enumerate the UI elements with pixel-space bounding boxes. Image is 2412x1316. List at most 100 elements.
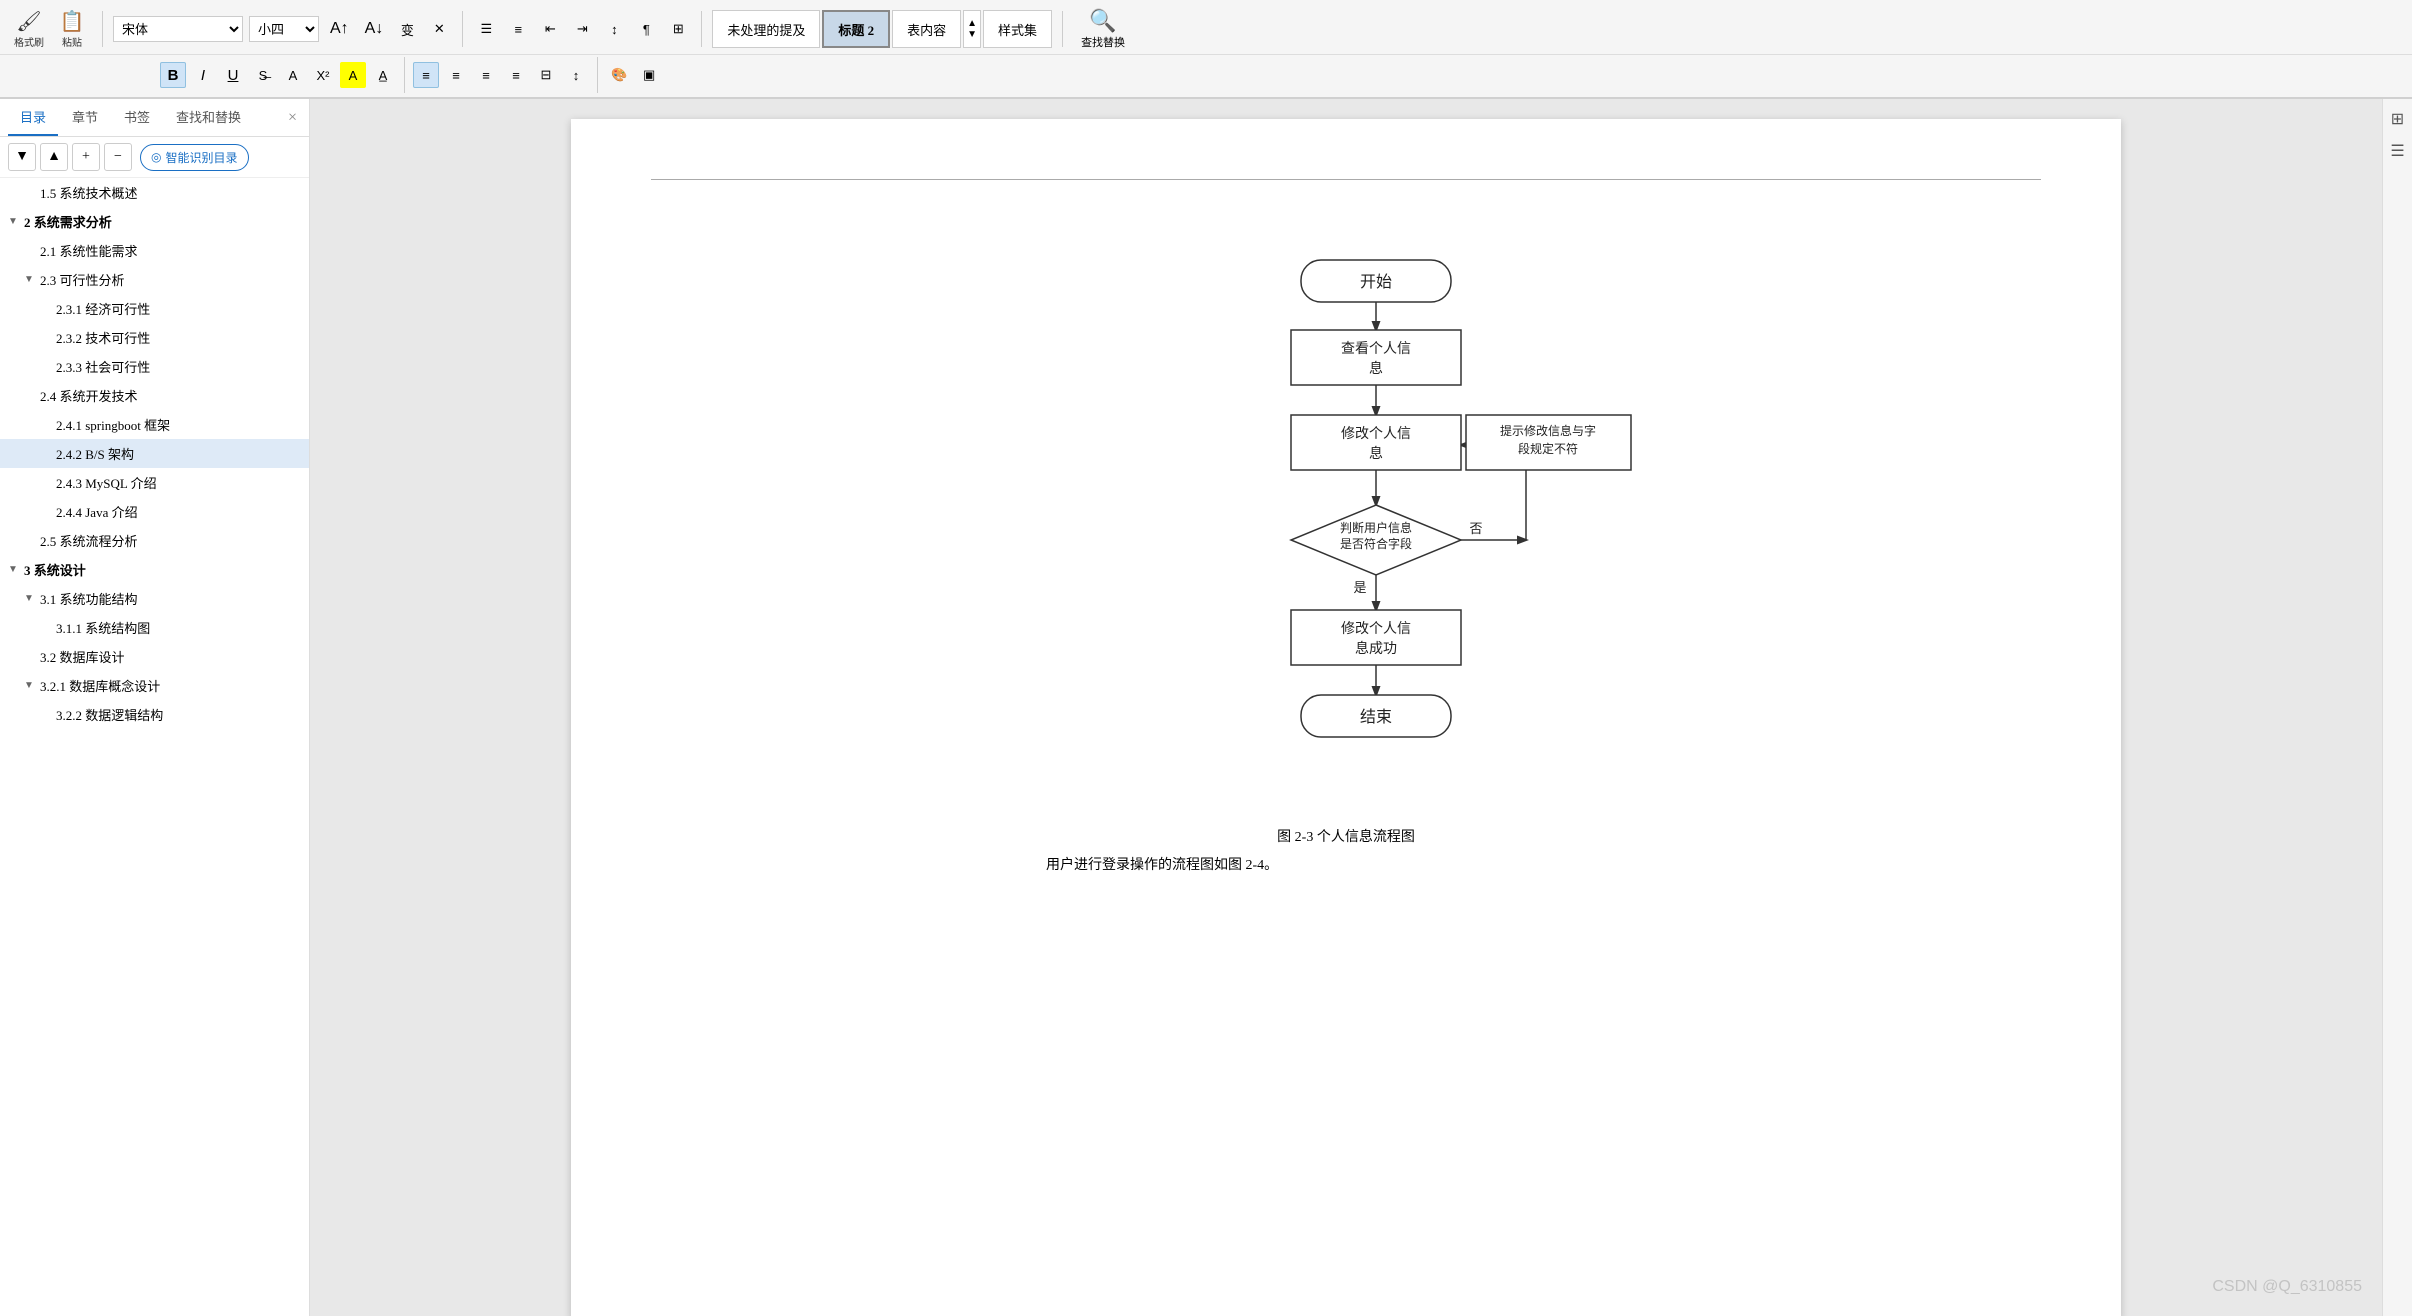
right-panel-btn2[interactable]: ☰: [2386, 139, 2410, 163]
align-right-btn[interactable]: ≡: [473, 62, 499, 88]
toc-item-2-5[interactable]: 2.5 系统流程分析: [0, 526, 309, 555]
svg-text:判断用户信息: 判断用户信息: [1340, 520, 1412, 535]
svg-text:修改个人信: 修改个人信: [1341, 426, 1411, 442]
sidebar-controls: ▼ ▲ + − ◎ 智能识别目录: [0, 137, 309, 178]
style-table[interactable]: 表内容: [892, 10, 961, 48]
sidebar-close-btn[interactable]: ×: [284, 105, 301, 131]
format-brush-group: 🖌 格式刷 📋 粘贴: [8, 7, 92, 51]
toc-item-2-4[interactable]: 2.4 系统开发技术: [0, 381, 309, 410]
remove-item-btn[interactable]: −: [104, 143, 132, 171]
paste-icon: 📋: [60, 9, 85, 34]
shrink-font-btn[interactable]: A↓: [360, 16, 389, 42]
watermark: CSDN @Q_6310855: [2212, 1278, 2362, 1296]
expand-all-icon: ▲: [47, 149, 61, 165]
sep1: [102, 11, 103, 47]
svg-text:是: 是: [1353, 580, 1366, 595]
font-color-btn[interactable]: A: [280, 62, 306, 88]
smart-icon: ◎: [151, 150, 161, 165]
bold-btn[interactable]: B: [160, 62, 186, 88]
number-list-btn[interactable]: ≡: [505, 16, 531, 42]
toc-item-2-4-2[interactable]: 2.4.2 B/S 架构: [0, 439, 309, 468]
italic-btn[interactable]: I: [190, 62, 216, 88]
tab-toc[interactable]: 目录: [8, 99, 58, 136]
smart-identify-btn[interactable]: ◎ 智能识别目录: [140, 144, 249, 171]
svg-text:修改个人信: 修改个人信: [1341, 621, 1411, 637]
toc-item-3-2-1[interactable]: ▼ 3.2.1 数据库概念设计: [0, 671, 309, 700]
document-area: 开始 查看个人信 息 修改个人信 息 提示修改信息与字 段规定不符 判断用户: [310, 99, 2382, 1316]
expand-all-btn[interactable]: ▲: [40, 143, 68, 171]
remove-icon: −: [114, 149, 122, 165]
toc-item-3[interactable]: ▼ 3 系统设计: [0, 555, 309, 584]
align-justify-btn[interactable]: ≡: [503, 62, 529, 88]
font-format-btn[interactable]: 变: [394, 16, 420, 42]
toc-item-2-1[interactable]: 2.1 系统性能需求: [0, 236, 309, 265]
fig-caption: 图 2-3 个人信息流程图: [1277, 826, 1415, 846]
toc-item-2[interactable]: ▼ 2 系统需求分析: [0, 207, 309, 236]
style-dropdown[interactable]: ▲ ▼: [963, 10, 981, 48]
svg-text:息: 息: [1369, 360, 1383, 377]
style-set-btn[interactable]: 样式集: [983, 10, 1052, 48]
show-marks-btn[interactable]: ¶: [633, 16, 659, 42]
shading-btn[interactable]: 🎨: [606, 62, 632, 88]
outdent-btn[interactable]: ⇤: [537, 16, 563, 42]
clear-format-btn[interactable]: ✕: [426, 16, 452, 42]
font-size-select[interactable]: 小四: [249, 16, 319, 42]
tab-chapter[interactable]: 章节: [60, 99, 110, 136]
toc-item-3-2[interactable]: 3.2 数据库设计: [0, 642, 309, 671]
sort-btn[interactable]: ↕: [601, 16, 627, 42]
toc-item-3-1-1[interactable]: 3.1.1 系统结构图: [0, 613, 309, 642]
toc-item-3-2-2[interactable]: 3.2.2 数据逻辑结构: [0, 700, 309, 729]
tab-bookmark[interactable]: 书签: [112, 99, 162, 136]
font-family-select[interactable]: 宋体: [113, 16, 243, 42]
collapse-all-btn[interactable]: ▼: [8, 143, 36, 171]
toc-item-2-3[interactable]: ▼ 2.3 可行性分析: [0, 265, 309, 294]
superscript-btn[interactable]: X²: [310, 62, 336, 88]
add-icon: +: [82, 149, 90, 165]
align-left-btn[interactable]: ≡: [413, 62, 439, 88]
flowchart-svg: 开始 查看个人信 息 修改个人信 息 提示修改信息与字 段规定不符 判断用户: [1046, 230, 1646, 810]
line-spacing-btn[interactable]: ↕: [563, 62, 589, 88]
toc-item-2-4-4[interactable]: 2.4.4 Java 介绍: [0, 497, 309, 526]
svg-text:息: 息: [1369, 445, 1383, 462]
char-border-btn[interactable]: A̲: [370, 62, 396, 88]
toc-item-2-3-3[interactable]: 2.3.3 社会可行性: [0, 352, 309, 381]
main-layout: 目录 章节 书签 查找和替换 × ▼ ▲ + − ◎ 智能识别目录: [0, 99, 2412, 1316]
toc-item-3-1[interactable]: ▼ 3.1 系统功能结构: [0, 584, 309, 613]
toc-item-2-4-1[interactable]: 2.4.1 springboot 框架: [0, 410, 309, 439]
grow-font-btn[interactable]: A↑: [325, 16, 354, 42]
border-btn[interactable]: ▣: [636, 62, 662, 88]
style-heading2[interactable]: 标题 2: [822, 10, 890, 48]
format-brush-icon: 🖌: [16, 9, 41, 34]
toolbar: 🖌 格式刷 📋 粘贴 宋体 小四 A↑ A↓ 变 ✕ ☰ ≡ ⇤ ⇥ ↕ ¶ ⊞: [0, 0, 2412, 99]
find-icon: 🔍: [1089, 8, 1116, 34]
strikethrough-btn[interactable]: S̶: [250, 62, 276, 88]
sep3: [701, 11, 702, 47]
distributed-btn[interactable]: ⊟: [533, 62, 559, 88]
tab-find[interactable]: 查找和替换: [164, 99, 253, 136]
svg-text:息成功: 息成功: [1355, 640, 1397, 657]
flowchart-container: 开始 查看个人信 息 修改个人信 息 提示修改信息与字 段规定不符 判断用户: [651, 210, 2041, 894]
right-panel-btn1[interactable]: ⊞: [2386, 107, 2410, 131]
toc-content: 1.5 系统技术概述 ▼ 2 系统需求分析 2.1 系统性能需求 ▼ 2.3 可…: [0, 178, 309, 1316]
format-brush-btn[interactable]: 🖌 格式刷: [8, 7, 50, 51]
indent-btn[interactable]: ⇥: [569, 16, 595, 42]
sep5: [404, 57, 405, 93]
page-top-border: [651, 179, 2041, 180]
add-item-btn[interactable]: +: [72, 143, 100, 171]
style-unhandled[interactable]: 未处理的提及: [712, 10, 820, 48]
columns-btn[interactable]: ⊞: [665, 16, 691, 42]
style-ribbon: 未处理的提及 标题 2 表内容 ▲ ▼ 样式集: [712, 10, 1052, 48]
toc-item-2-4-3[interactable]: 2.4.3 MySQL 介绍: [0, 468, 309, 497]
paste-btn[interactable]: 📋 粘贴: [52, 7, 92, 51]
find-label: 查找替换: [1081, 34, 1125, 50]
text-bg-btn[interactable]: A: [340, 62, 366, 88]
bullet-list-btn[interactable]: ☰: [473, 16, 499, 42]
underline-btn[interactable]: U: [220, 62, 246, 88]
paste-label: 粘贴: [62, 34, 82, 49]
toc-item-1-5[interactable]: 1.5 系统技术概述: [0, 178, 309, 207]
align-center-btn[interactable]: ≡: [443, 62, 469, 88]
find-replace-btn[interactable]: 🔍 查找替换: [1073, 6, 1133, 52]
toc-item-2-3-2[interactable]: 2.3.2 技术可行性: [0, 323, 309, 352]
svg-text:查看个人信: 查看个人信: [1341, 341, 1411, 357]
toc-item-2-3-1[interactable]: 2.3.1 经济可行性: [0, 294, 309, 323]
